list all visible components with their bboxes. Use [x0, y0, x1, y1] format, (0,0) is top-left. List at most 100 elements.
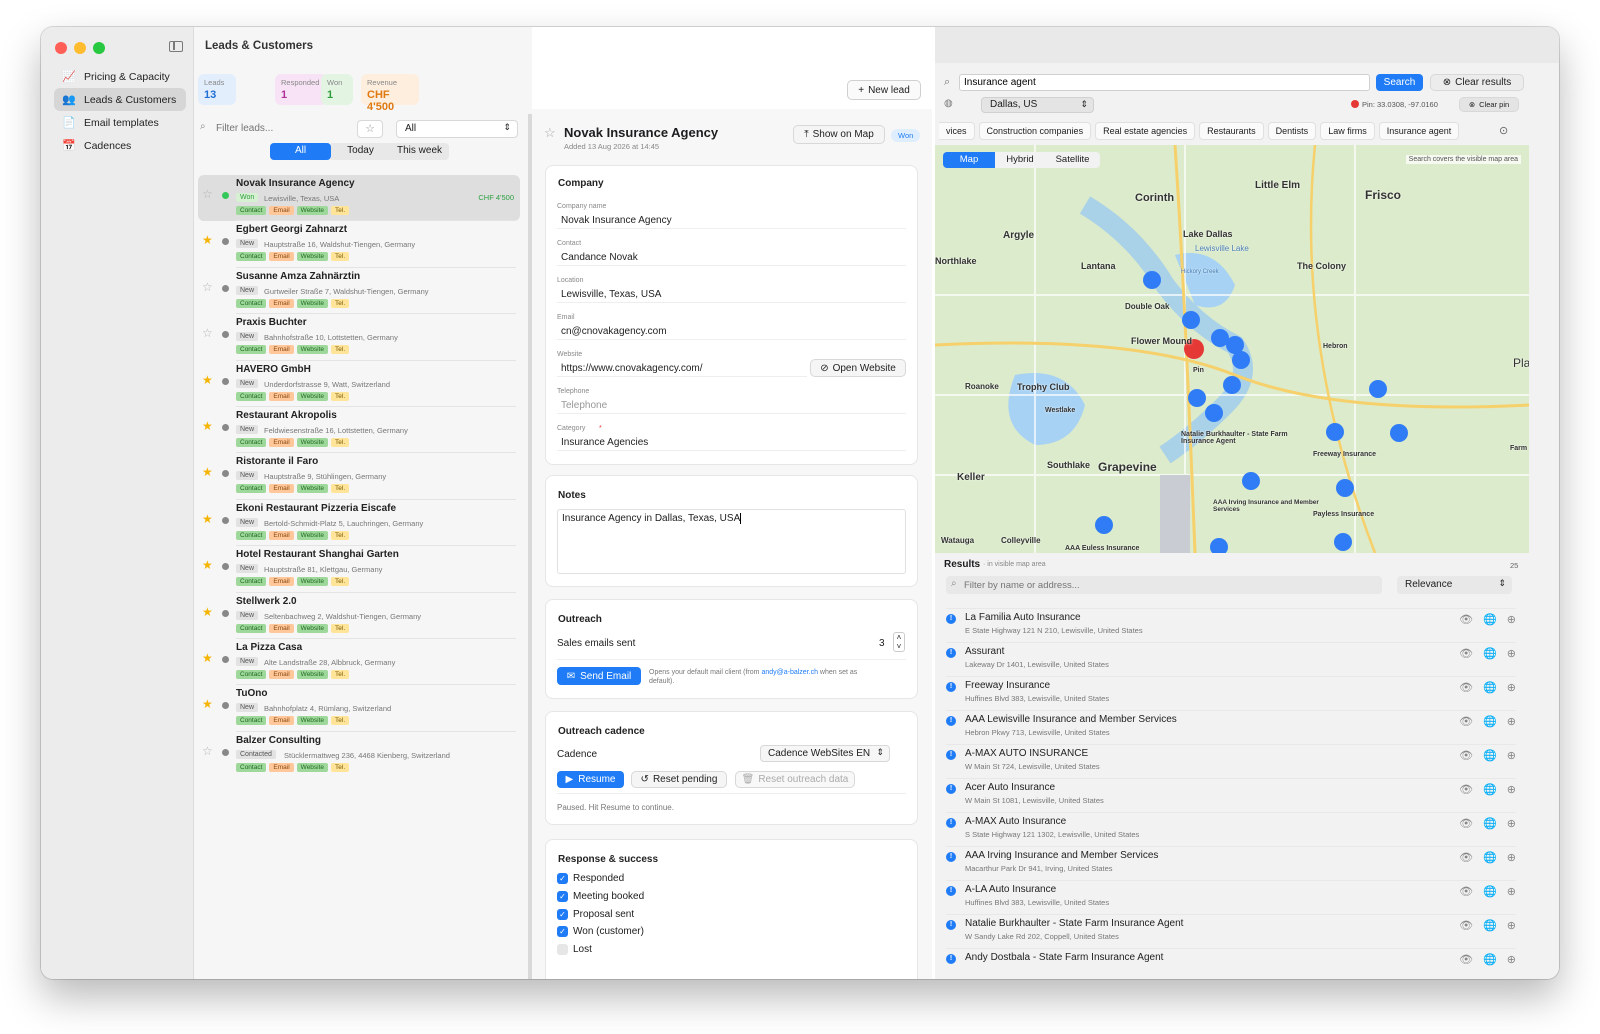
sidebar-item-pricing[interactable]: 📈 Pricing & Capacity — [54, 65, 186, 88]
checkbox-box[interactable]: ✓ — [557, 873, 568, 884]
checkbox-proposal-sent[interactable]: ✓ Proposal sent — [557, 908, 634, 920]
chip-dentists[interactable]: Dentists — [1267, 122, 1317, 140]
add-icon[interactable]: ⊕ — [1507, 885, 1516, 898]
star-icon[interactable]: ★ — [202, 558, 213, 572]
globe-icon[interactable]: 🌐 — [1483, 749, 1497, 762]
star-icon[interactable]: ★ — [202, 465, 213, 479]
globe-icon[interactable]: 🌐 — [1483, 783, 1497, 796]
star-icon[interactable]: ★ — [202, 512, 213, 526]
star-icon[interactable]: ★ — [202, 233, 213, 247]
add-icon[interactable]: ⊕ — [1507, 647, 1516, 660]
lead-row[interactable]: ☆ Novak Insurance Agency Won Lewisville, Te… — [198, 175, 520, 221]
favorites-filter-button[interactable]: ☆ — [357, 120, 383, 138]
send-email-button[interactable]: ✉ Send Email — [557, 667, 641, 685]
detail-star-icon[interactable]: ☆ — [544, 125, 556, 141]
star-icon[interactable]: ☆ — [202, 280, 213, 294]
chips-more-icon[interactable]: ⊙ — [1499, 124, 1508, 137]
result-item[interactable]: ! AAA Irving Insurance and Member Service… — [946, 850, 1516, 884]
checkbox-box[interactable]: ✓ — [557, 908, 568, 920]
lead-row[interactable]: ☆ Balzer Consulting Contacted Stücklermattw… — [198, 732, 520, 778]
star-icon[interactable]: ★ — [202, 605, 213, 619]
close-window-button[interactable] — [55, 42, 67, 54]
map-view[interactable]: Corinth Little Elm Frisco Argyle Lake Dallas… — [935, 145, 1529, 553]
tab-this-week[interactable]: This week — [390, 143, 449, 160]
resume-button[interactable]: ▶ Resume — [557, 771, 624, 788]
lead-row[interactable]: ★ Ristorante il Faro New Hauptstraße 9, Stü… — [198, 453, 520, 499]
result-item[interactable]: ! AAA Lewisville Insurance and Member Ser… — [946, 714, 1516, 748]
globe-icon[interactable]: 🌐 — [1483, 885, 1497, 898]
lead-row[interactable]: ★ Egbert Georgi Zahnarzt New Hauptstraße 16… — [198, 221, 520, 267]
globe-icon[interactable]: 🌐 — [1483, 647, 1497, 660]
result-item[interactable]: ! A-MAX Auto Insurance S State Highway 121… — [946, 816, 1516, 850]
eye-icon[interactable]: 👁 — [1459, 749, 1473, 762]
field-company-name[interactable]: Novak Insurance Agency — [557, 212, 906, 229]
star-icon[interactable]: ☆ — [202, 326, 213, 340]
star-icon[interactable]: ★ — [202, 373, 213, 387]
location-select[interactable]: Dallas, US ⇕ — [981, 97, 1094, 113]
minimize-window-button[interactable] — [74, 42, 86, 54]
clear-pin-button[interactable]: ⊗ Clear pin — [1459, 97, 1519, 112]
checkbox-box[interactable] — [557, 944, 568, 956]
globe-icon[interactable]: 🌐 — [1483, 919, 1497, 932]
result-item[interactable]: ! Andy Dostbala - State Farm Insurance Ag… — [946, 952, 1516, 979]
reset-outreach-data-button[interactable]: 🗑 Reset outreach data — [735, 771, 855, 788]
eye-icon[interactable]: 👁 — [1459, 851, 1473, 864]
add-icon[interactable]: ⊕ — [1507, 851, 1516, 864]
chip-law-firms[interactable]: Law firms — [1320, 122, 1375, 140]
lead-row[interactable]: ☆ Susanne Amza Zahnärztin New Gurtweiler St… — [198, 268, 520, 314]
field-website[interactable]: https://www.cnovakagency.com/ — [557, 360, 807, 377]
chip-vices[interactable]: vices — [939, 122, 975, 140]
eye-icon[interactable]: 👁 — [1459, 783, 1473, 796]
globe-icon[interactable]: 🌐 — [1483, 715, 1497, 728]
star-icon[interactable]: ☆ — [202, 744, 213, 758]
star-icon[interactable]: ★ — [202, 419, 213, 433]
eye-icon[interactable]: 👁 — [1459, 919, 1473, 932]
field-email[interactable]: cn@cnovakagency.com — [557, 323, 906, 340]
field-telephone[interactable]: Telephone — [557, 397, 906, 414]
eye-icon[interactable]: 👁 — [1459, 715, 1473, 728]
tab-today[interactable]: Today — [331, 143, 390, 160]
globe-icon[interactable]: 🌐 — [1483, 817, 1497, 830]
checkbox-meeting-booked[interactable]: ✓ Meeting booked — [557, 890, 644, 902]
result-item[interactable]: ! A-MAX AUTO INSURANCE W Main St 724, Lewi… — [946, 748, 1516, 782]
add-icon[interactable]: ⊕ — [1507, 715, 1516, 728]
notes-textarea[interactable]: Insurance Agency in Dallas, Texas, USA — [557, 509, 906, 574]
sidebar-item-cadences[interactable]: 📅 Cadences — [54, 134, 186, 157]
sidebar-toggle-icon[interactable] — [169, 41, 183, 52]
star-icon[interactable]: ★ — [202, 697, 213, 711]
result-item[interactable]: ! Assurant Lakeway Dr 1401, Lewisville, Un… — [946, 646, 1516, 680]
results-sort-select[interactable]: Relevance ⇕ — [1397, 576, 1512, 594]
result-item[interactable]: ! Acer Auto Insurance W Main St 1081, Lewi… — [946, 782, 1516, 816]
checkbox-won-customer-[interactable]: ✓ Won (customer) — [557, 926, 644, 938]
tab-all[interactable]: All — [270, 143, 331, 160]
result-item[interactable]: ! Freeway Insurance Huffines Blvd 383, Lew… — [946, 680, 1516, 714]
zoom-window-button[interactable] — [93, 42, 105, 54]
checkbox-box[interactable]: ✓ — [557, 890, 568, 902]
globe-icon[interactable]: 🌐 — [1483, 851, 1497, 864]
sidebar-item-email-templates[interactable]: 📄 Email templates — [54, 111, 186, 134]
results-filter-input[interactable] — [964, 578, 1364, 592]
result-item[interactable]: ! La Familia Auto Insurance E State Highwa… — [946, 612, 1516, 646]
chip-real-estate-agencies[interactable]: Real estate agencies — [1095, 122, 1196, 140]
eye-icon[interactable]: 👁 — [1459, 681, 1473, 694]
reset-pending-button[interactable]: ↺ Reset pending — [631, 771, 727, 788]
field-category[interactable]: Insurance Agencies — [557, 434, 906, 451]
checkbox-lost[interactable]: Lost — [557, 944, 592, 956]
globe-icon[interactable]: 🌐 — [1483, 681, 1497, 694]
chip-insurance-agent[interactable]: Insurance agent — [1378, 122, 1460, 140]
globe-icon[interactable]: 🌐 — [1483, 953, 1497, 966]
tab-map[interactable]: Map — [943, 152, 995, 168]
tab-hybrid[interactable]: Hybrid — [995, 152, 1045, 168]
lead-row[interactable]: ★ La Pizza Casa New Alte Landstraße 28, Alb… — [198, 639, 520, 685]
show-on-map-button[interactable]: ⤒ Show on Map — [793, 125, 885, 144]
add-icon[interactable]: ⊕ — [1507, 749, 1516, 762]
lead-row[interactable]: ★ Ekoni Restaurant Pizzeria Eiscafe New Ber… — [198, 500, 520, 546]
add-icon[interactable]: ⊕ — [1507, 953, 1516, 966]
add-icon[interactable]: ⊕ — [1507, 919, 1516, 932]
field-contact[interactable]: Candance Novak — [557, 249, 906, 266]
lead-row[interactable]: ★ Stellwerk 2.0 New Seltenbachweg 2, Waldsh… — [198, 593, 520, 639]
lead-row[interactable]: ☆ Praxis Buchter New Bahnhofstraße 10, Lott… — [198, 314, 520, 360]
add-icon[interactable]: ⊕ — [1507, 817, 1516, 830]
add-icon[interactable]: ⊕ — [1507, 613, 1516, 626]
lead-row[interactable]: ★ Hotel Restaurant Shanghai Garten New Haup… — [198, 546, 520, 592]
